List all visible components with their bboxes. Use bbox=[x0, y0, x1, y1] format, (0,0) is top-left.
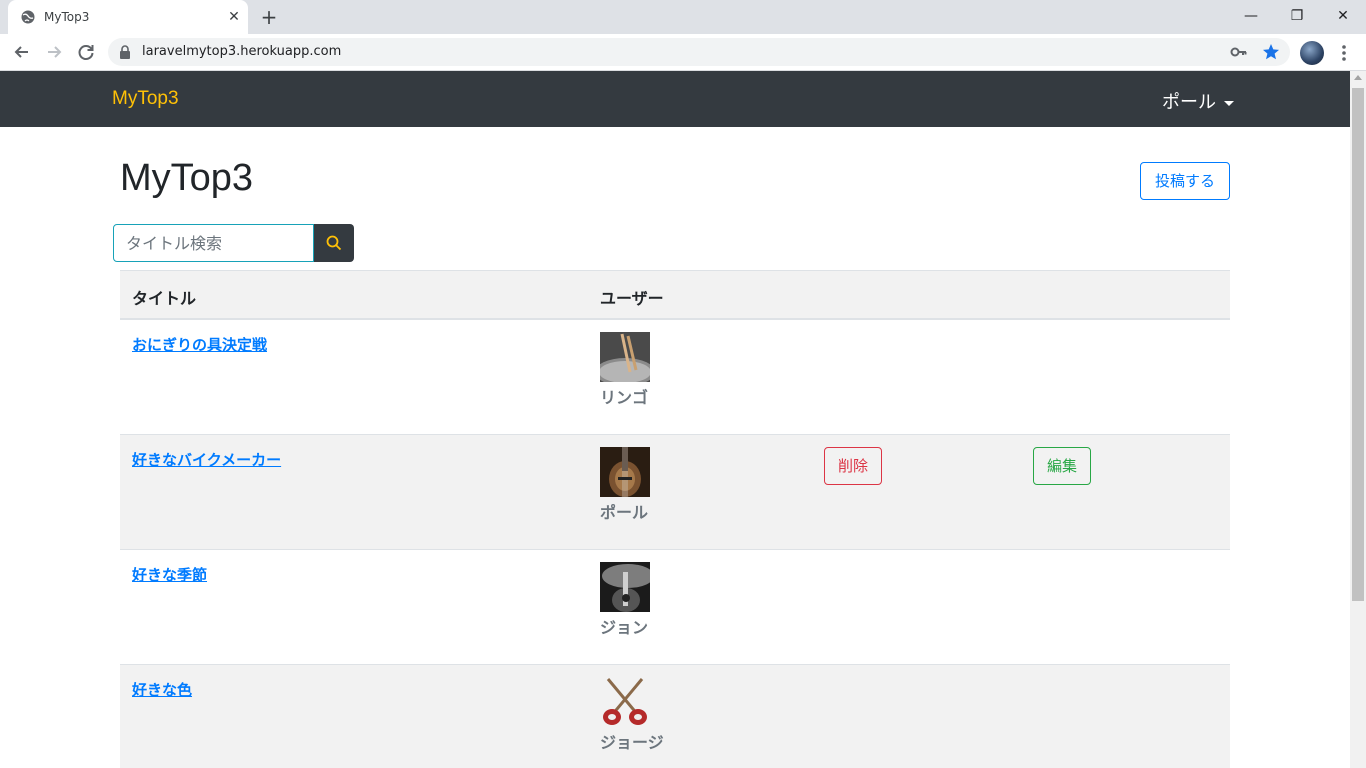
maximize-button[interactable]: ❐ bbox=[1282, 4, 1312, 28]
page-content: MyTop3 ポール MyTop3 投稿する タイトル ユーザー おにぎりの具決… bbox=[0, 71, 1350, 768]
user-name: ジョン bbox=[600, 618, 649, 637]
address-bar[interactable]: laravelmytop3.herokuapp.com bbox=[108, 38, 1290, 66]
user-dropdown[interactable]: ポール bbox=[1162, 88, 1234, 114]
post-title-link[interactable]: 好きな季節 bbox=[132, 564, 207, 585]
page-scrollbar[interactable] bbox=[1350, 71, 1366, 768]
browser-tab[interactable]: MyTop3 ✕ bbox=[8, 0, 248, 34]
post-button[interactable]: 投稿する bbox=[1140, 162, 1230, 200]
window-close-button[interactable]: ✕ bbox=[1328, 4, 1358, 28]
scroll-up-icon[interactable] bbox=[1354, 75, 1362, 80]
post-title-link[interactable]: おにぎりの具決定戦 bbox=[132, 334, 267, 355]
posts-table: タイトル ユーザー おにぎりの具決定戦 リンゴ 好きなバイクメーカー ポール 削… bbox=[120, 270, 1230, 768]
post-title-link[interactable]: 好きなバイクメーカー bbox=[132, 449, 281, 470]
user-name: ジョージ bbox=[600, 733, 664, 752]
key-icon[interactable] bbox=[1230, 45, 1248, 59]
user-name: ポール bbox=[600, 503, 649, 522]
bookmark-star-icon[interactable] bbox=[1262, 43, 1280, 61]
edit-button[interactable]: 編集 bbox=[1033, 447, 1091, 485]
table-row: 好きな色 ジョージ bbox=[120, 665, 1230, 768]
browser-toolbar: laravelmytop3.herokuapp.com bbox=[0, 34, 1366, 71]
post-title-link[interactable]: 好きな色 bbox=[132, 679, 192, 700]
header-title: タイトル bbox=[132, 289, 197, 308]
site-navbar: MyTop3 ポール bbox=[0, 71, 1350, 127]
minimize-button[interactable]: — bbox=[1236, 4, 1266, 28]
scroll-thumb[interactable] bbox=[1352, 88, 1364, 601]
caret-down-icon bbox=[1224, 100, 1234, 106]
table-header: タイトル ユーザー bbox=[120, 270, 1230, 320]
page-title: MyTop3 bbox=[120, 157, 254, 199]
header-user: ユーザー bbox=[600, 289, 664, 308]
tab-title: MyTop3 bbox=[44, 10, 90, 24]
browser-tab-bar: MyTop3 ✕ + — ❐ ✕ bbox=[0, 0, 1366, 34]
reload-icon[interactable] bbox=[73, 39, 99, 65]
new-tab-button[interactable]: + bbox=[258, 6, 280, 28]
table-row: 好きなバイクメーカー ポール 削除 編集 bbox=[120, 435, 1230, 550]
bass-guitar-image bbox=[600, 447, 650, 497]
search-input[interactable] bbox=[113, 224, 314, 262]
drumsticks-image bbox=[600, 332, 650, 382]
user-name: リンゴ bbox=[600, 388, 649, 407]
lock-icon bbox=[120, 45, 130, 59]
tab-close-icon[interactable]: ✕ bbox=[226, 9, 242, 25]
brand-link[interactable]: MyTop3 bbox=[112, 88, 179, 110]
back-arrow-icon[interactable] bbox=[9, 39, 35, 65]
guitar-image bbox=[600, 562, 650, 612]
crossed-guitars-image bbox=[600, 677, 650, 727]
more-menu-icon[interactable] bbox=[1336, 42, 1352, 64]
user-name: ポール bbox=[1162, 92, 1216, 113]
globe-icon bbox=[21, 10, 35, 24]
search-icon bbox=[326, 235, 342, 251]
table-row: おにぎりの具決定戦 リンゴ bbox=[120, 320, 1230, 435]
profile-avatar-icon[interactable] bbox=[1300, 41, 1324, 65]
table-row: 好きな季節 ジョン bbox=[120, 550, 1230, 665]
delete-button[interactable]: 削除 bbox=[824, 447, 882, 485]
url-text: laravelmytop3.herokuapp.com bbox=[142, 44, 342, 59]
forward-arrow-icon[interactable] bbox=[41, 39, 67, 65]
search-button[interactable] bbox=[314, 224, 354, 262]
